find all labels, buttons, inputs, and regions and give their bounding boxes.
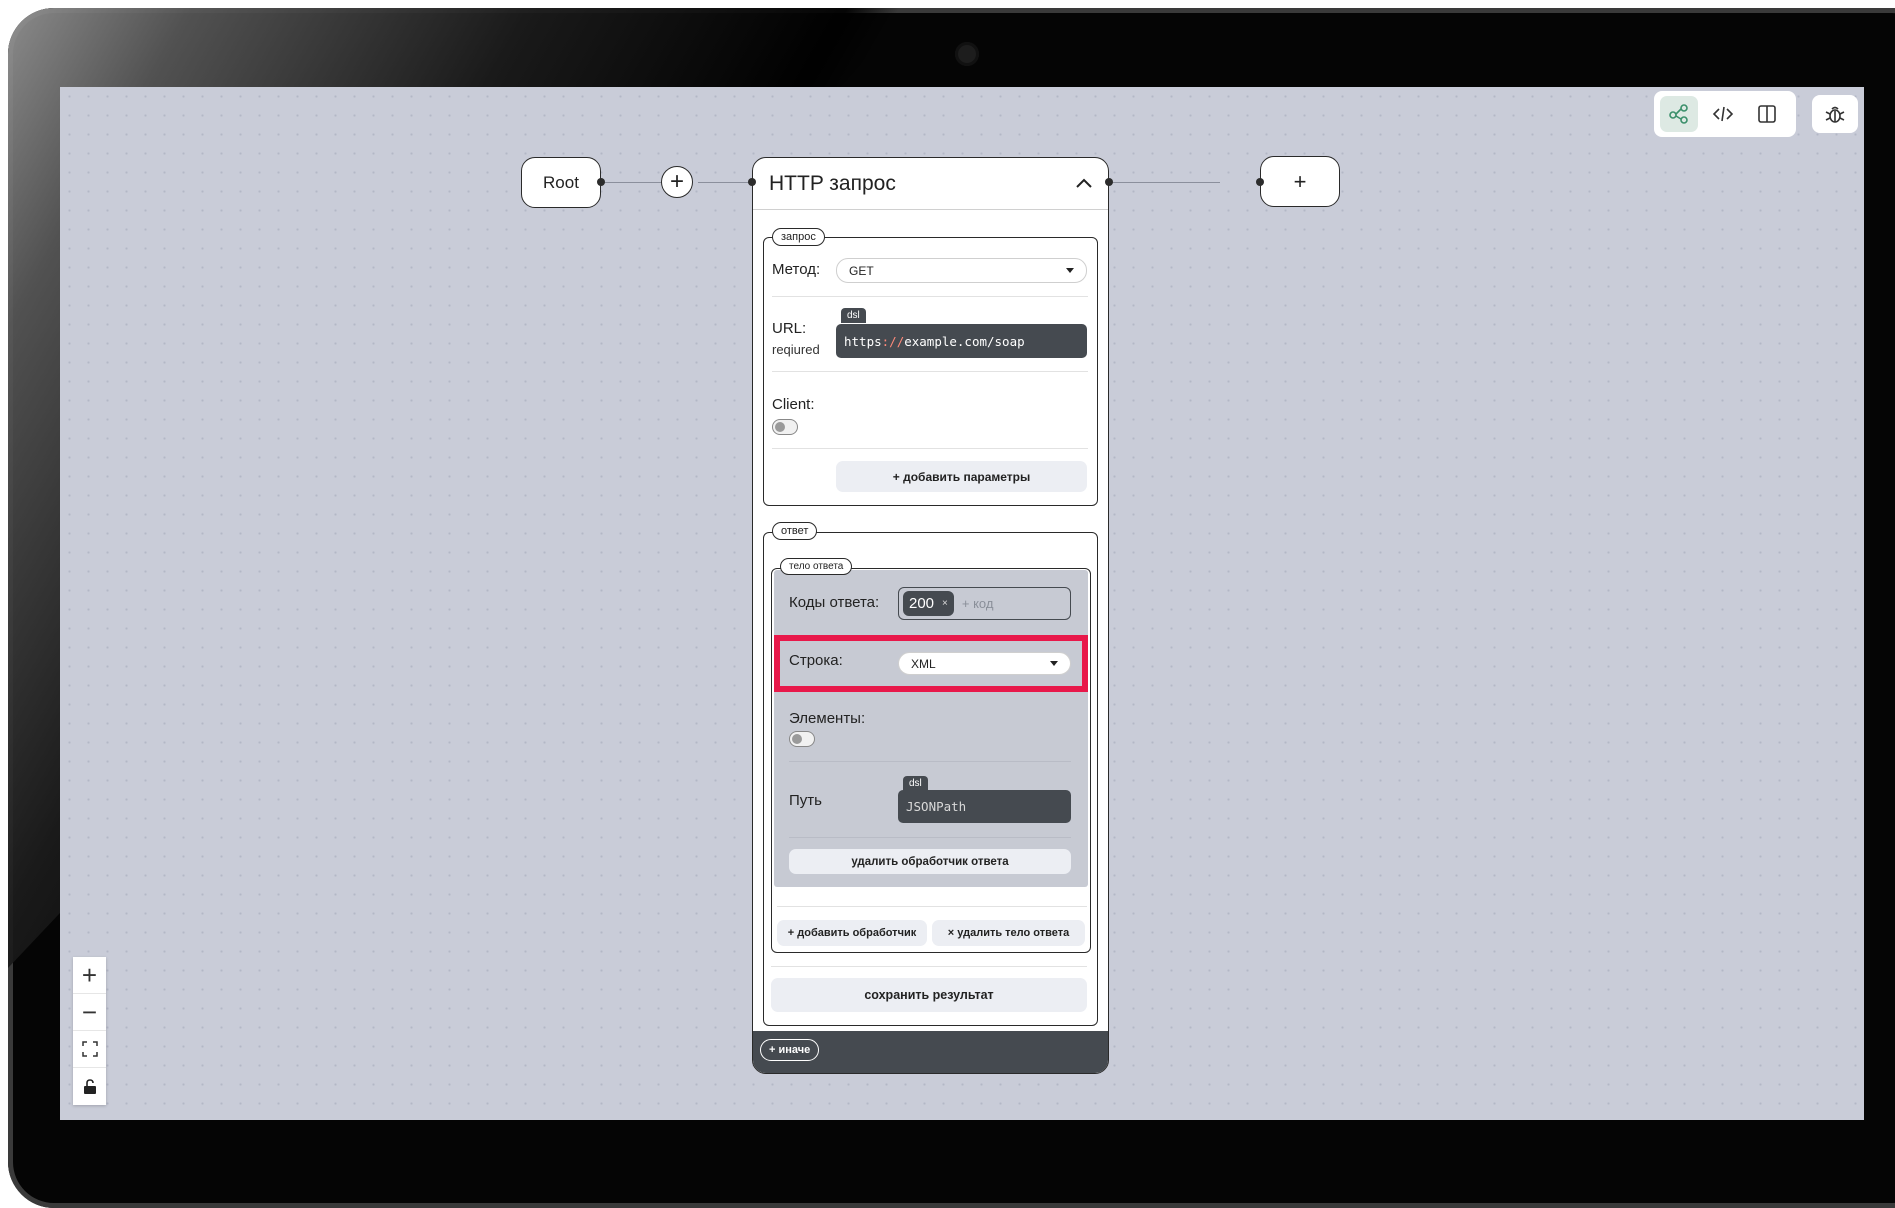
request-legend: запрос: [772, 228, 825, 246]
divider: [772, 448, 1088, 449]
flow-view-button[interactable]: [1660, 96, 1698, 132]
add-code-placeholder[interactable]: + код: [962, 596, 994, 611]
add-next-node-button[interactable]: +: [1260, 156, 1340, 207]
string-label: Строка:: [789, 652, 843, 669]
response-codes-label: Коды ответа:: [789, 594, 880, 611]
code-icon: [1712, 106, 1734, 122]
url-scheme: https: [844, 333, 882, 349]
url-dsl-badge: dsl: [841, 308, 866, 323]
http-request-node[interactable]: HTTP запрос запрос Метод: GET URL: reqiu…: [752, 157, 1109, 1074]
flow-canvas[interactable]: Root + + HTTP запрос запрос Метод: GET U…: [60, 87, 1864, 1120]
response-legend: ответ: [772, 522, 818, 540]
edge-root-to-add: [601, 182, 666, 183]
lock-icon: [83, 1078, 96, 1094]
method-value: GET: [849, 263, 874, 278]
fit-view-button[interactable]: [73, 1031, 106, 1068]
minus-icon: −: [81, 996, 98, 1027]
http-node-title: HTTP запрос: [769, 171, 896, 195]
string-format-value: XML: [911, 656, 936, 671]
string-format-select[interactable]: XML: [898, 652, 1071, 675]
response-code-tag[interactable]: 200 ×: [903, 591, 954, 616]
add-parameters-button[interactable]: + добавить параметры: [836, 461, 1087, 492]
http-output-handle[interactable]: [1105, 178, 1113, 186]
split-view-button[interactable]: [1748, 96, 1786, 132]
root-node[interactable]: Root: [521, 157, 601, 208]
method-select[interactable]: GET: [836, 258, 1087, 283]
path-label: Путь: [789, 792, 822, 809]
plus-icon: +: [669, 168, 684, 195]
chevron-down-icon: [1050, 661, 1058, 666]
fit-view-icon: [81, 1041, 98, 1057]
method-label: Метод:: [772, 261, 821, 278]
response-codes-input[interactable]: 200 × + код: [898, 587, 1071, 620]
edge-http-to-next: [1109, 182, 1220, 183]
zoom-controls: + −: [73, 957, 106, 1105]
url-host-path: example.com/soap: [904, 333, 1025, 349]
zoom-out-button[interactable]: −: [73, 994, 106, 1031]
root-node-label: Root: [543, 172, 579, 192]
divider: [772, 371, 1088, 372]
add-node-between-button[interactable]: +: [661, 166, 693, 198]
url-input[interactable]: https://example.com/soap: [836, 324, 1087, 358]
save-result-button[interactable]: сохранить результат: [771, 978, 1087, 1012]
chevron-up-icon[interactable]: [1076, 175, 1092, 193]
http-node-header[interactable]: HTTP запрос: [753, 158, 1108, 210]
response-body-legend: тело ответа: [780, 558, 853, 575]
chevron-down-icon: [1066, 268, 1074, 273]
edge-add-to-http: [698, 182, 754, 183]
http-node-footer: + иначе: [753, 1031, 1108, 1073]
add-else-branch-button[interactable]: + иначе: [760, 1039, 820, 1061]
response-code-value: 200: [909, 595, 935, 612]
split-view-icon: [1758, 105, 1776, 123]
add-handler-button[interactable]: + добавить обработчик: [777, 920, 927, 946]
root-output-handle[interactable]: [597, 178, 605, 186]
path-placeholder: JSONPath: [906, 799, 967, 814]
view-toolbar: [1654, 91, 1796, 137]
flow-graph-icon: [1669, 104, 1688, 124]
code-view-button[interactable]: [1704, 96, 1742, 132]
zoom-in-button[interactable]: +: [73, 957, 106, 994]
delete-response-body-button[interactable]: × удалить тело ответа: [932, 920, 1085, 946]
elements-toggle[interactable]: [789, 731, 815, 747]
path-dsl-badge: dsl: [903, 776, 928, 791]
url-separator: ://: [881, 333, 905, 349]
plus-icon: +: [81, 959, 98, 990]
http-input-handle[interactable]: [748, 178, 756, 186]
plus-icon: +: [1293, 168, 1307, 194]
next-node-input-handle[interactable]: [1256, 178, 1264, 186]
close-icon[interactable]: ×: [942, 598, 948, 609]
bug-icon: [1825, 106, 1845, 123]
lock-button[interactable]: [73, 1068, 106, 1105]
divider: [777, 906, 1087, 907]
url-label: URL:: [772, 320, 807, 337]
divider: [789, 761, 1071, 762]
divider: [772, 296, 1088, 297]
url-required-hint: reqiured: [772, 342, 820, 357]
elements-label: Элементы:: [789, 710, 866, 727]
delete-response-handler-button[interactable]: удалить обработчик ответа: [789, 849, 1071, 874]
client-toggle[interactable]: [772, 419, 798, 435]
divider: [771, 966, 1087, 967]
divider: [789, 837, 1071, 838]
camera: [955, 42, 979, 66]
client-label: Client:: [772, 396, 815, 413]
debug-button[interactable]: [1812, 95, 1858, 133]
path-input[interactable]: JSONPath: [898, 790, 1071, 823]
